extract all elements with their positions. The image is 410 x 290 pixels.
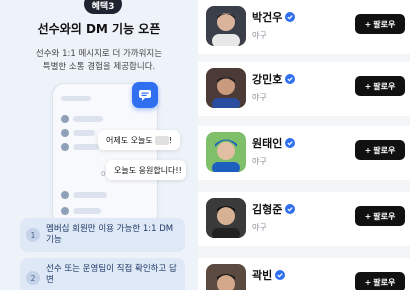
player-name: 김형준	[252, 201, 296, 217]
player-avatar	[206, 264, 246, 290]
plus-icon: +	[364, 145, 372, 155]
player-avatar	[206, 6, 246, 46]
feature-item: 2 선수 또는 운영팀이 직접 확인하고 답변	[20, 258, 185, 290]
screen: 혜택3 선수와의 DM 기능 오픈 선수와 1:1 메시지로 더 가까워지는 특…	[0, 0, 410, 290]
follow-button[interactable]: + 팔로우	[355, 206, 405, 226]
feature-subtitle-line1: 선수와 1:1 메시지로 더 가까워지는	[35, 49, 163, 59]
player-team: 야구	[252, 157, 267, 166]
verified-icon	[285, 74, 296, 84]
player-team: 야구	[252, 93, 267, 102]
player-name: 강민호	[252, 71, 296, 87]
verified-icon	[285, 12, 296, 22]
verified-icon	[285, 138, 296, 148]
player-row[interactable]: 강민호 야구 + 팔로우	[198, 62, 410, 116]
feature-number: 1	[26, 228, 40, 242]
player-list: 박건우 야구 + 팔로우 강민호 야구 + 팔로우 원태인 야구 + 팔로우 김…	[198, 0, 410, 290]
follow-button[interactable]: + 팔로우	[355, 14, 405, 34]
player-team: 야구	[252, 223, 267, 232]
player-team: 야구	[252, 31, 267, 40]
player-row[interactable]: 원태인 야구 + 팔로우	[198, 126, 410, 180]
player-avatar	[206, 198, 246, 238]
plus-icon: +	[364, 81, 372, 91]
feature-panel: 혜택3 선수와의 DM 기능 오픈 선수와 1:1 메시지로 더 가까워지는 특…	[0, 0, 198, 290]
feature-subtitle-line2: 특별한 소통 경험을 제공합니다.	[42, 62, 156, 72]
plus-icon: +	[364, 19, 372, 29]
verified-icon	[285, 204, 296, 214]
player-avatar	[206, 132, 246, 172]
player-row[interactable]: 박건우 야구 + 팔로우	[198, 0, 410, 54]
follow-button[interactable]: + 팔로우	[355, 272, 405, 290]
follow-button[interactable]: + 팔로우	[355, 76, 405, 96]
benefit-badge: 혜택3	[84, 0, 122, 14]
mock-chat-row	[61, 206, 101, 216]
feature-text: 멤버십 회원만 이용 가능한 1:1 DM 기능	[46, 224, 174, 245]
plus-icon: +	[364, 277, 372, 287]
chat-icon	[139, 90, 151, 101]
player-name: 곽빈	[252, 267, 286, 283]
feature-headline: 선수와의 DM 기능 오픈	[37, 22, 161, 36]
message-bubble: 오늘도 응원합니다!!	[106, 160, 186, 180]
player-row[interactable]: 김형준 야구 + 팔로우	[198, 192, 410, 246]
message-bubble: 어제도 오늘도 !	[98, 130, 180, 150]
feature-text: 선수 또는 운영팀이 직접 확인하고 답변	[46, 264, 177, 285]
plus-icon: +	[364, 211, 372, 221]
player-row[interactable]: 곽빈 + 팔로우	[198, 258, 410, 290]
mock-chat-row	[61, 142, 99, 152]
player-name: 원태인	[252, 135, 296, 151]
blurred-text	[154, 135, 169, 145]
mock-chat-row	[61, 114, 103, 124]
mock-chat-row	[61, 190, 107, 200]
player-name: 박건우	[252, 9, 296, 25]
player-avatar	[206, 68, 246, 108]
feature-item: 1 멤버십 회원만 이용 가능한 1:1 DM 기능	[20, 218, 185, 252]
feature-number: 2	[26, 271, 40, 285]
mock-chat-row	[61, 128, 95, 138]
verified-icon	[275, 270, 286, 280]
dm-chat-button[interactable]	[132, 82, 158, 108]
follow-button[interactable]: + 팔로우	[355, 140, 405, 160]
